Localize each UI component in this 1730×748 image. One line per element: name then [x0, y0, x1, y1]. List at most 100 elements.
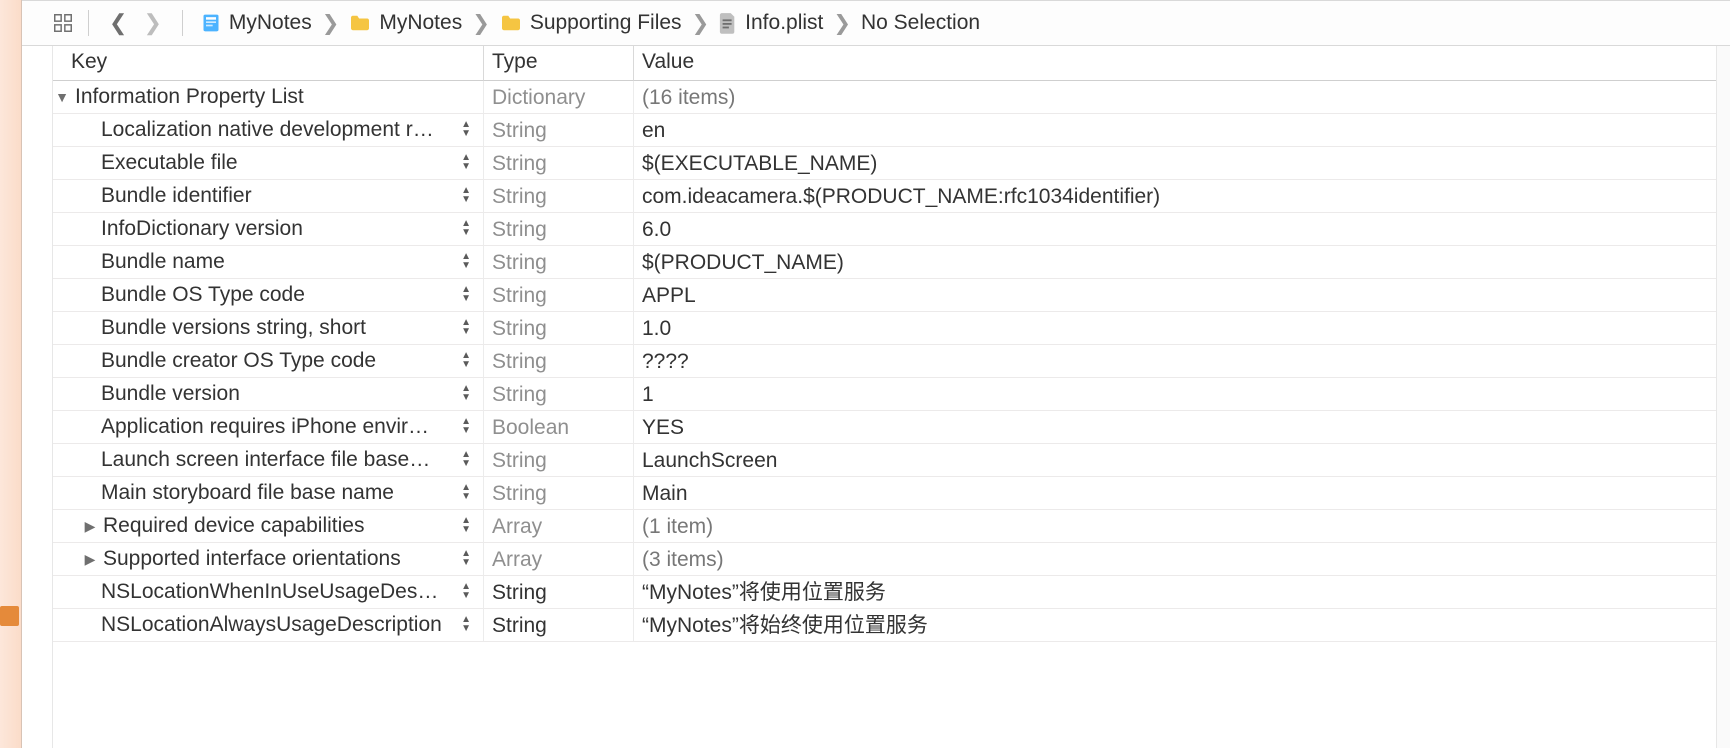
key-text: Supported interface orientations: [103, 545, 455, 573]
plist-key-cell[interactable]: NSLocationWhenInUseUsageDes… ▲▼: [53, 576, 483, 609]
breadcrumb-file[interactable]: Info.plist: [715, 9, 827, 37]
plist-key-cell[interactable]: ▶Required device capabilities ▲▼: [53, 510, 483, 543]
plist-key-cell[interactable]: Application requires iPhone envir… ▲▼: [53, 411, 483, 444]
plist-type-cell[interactable]: String: [483, 378, 633, 411]
key-stepper[interactable]: ▲▼: [461, 220, 475, 238]
key-stepper[interactable]: ▲▼: [461, 319, 475, 337]
plist-value-cell: (1 item): [633, 510, 1716, 543]
plist-type-cell[interactable]: String: [483, 444, 633, 477]
scrollbar-track[interactable]: [1716, 46, 1730, 748]
plist-key-cell[interactable]: NSLocationAlwaysUsageDescription ▲▼: [53, 609, 483, 642]
key-stepper[interactable]: ▲▼: [461, 286, 475, 304]
plist-type-cell[interactable]: String: [483, 147, 633, 180]
plist-type-cell[interactable]: Array: [483, 543, 633, 576]
key-stepper[interactable]: ▲▼: [461, 418, 475, 436]
key-text: NSLocationWhenInUseUsageDes…: [101, 578, 455, 606]
plist-value-cell[interactable]: ????: [633, 345, 1716, 378]
plist-value-cell[interactable]: $(PRODUCT_NAME): [633, 246, 1716, 279]
key-text: Application requires iPhone envir…: [101, 413, 455, 441]
breadcrumb-label: No Selection: [861, 11, 980, 35]
key-stepper[interactable]: ▲▼: [461, 121, 475, 139]
plist-type-cell[interactable]: String: [483, 114, 633, 147]
separator: [88, 10, 89, 36]
plist-key-cell[interactable]: InfoDictionary version▲▼: [53, 213, 483, 246]
plist-key-cell[interactable]: Bundle creator OS Type code▲▼: [53, 345, 483, 378]
plist-editor[interactable]: Key Type Value ▼ Information Property Li…: [52, 46, 1716, 748]
key-text: Bundle name: [101, 248, 455, 276]
plist-type-cell[interactable]: Boolean: [483, 411, 633, 444]
plist-key-cell[interactable]: Bundle identifier▲▼: [53, 180, 483, 213]
key-stepper[interactable]: ▲▼: [461, 583, 475, 601]
column-header-key[interactable]: Key: [53, 46, 483, 81]
plist-key-cell[interactable]: Localization native development r… ▲▼: [53, 114, 483, 147]
key-stepper[interactable]: ▲▼: [461, 550, 475, 568]
plist-value-cell: (3 items): [633, 543, 1716, 576]
plist-value-cell[interactable]: 6.0: [633, 213, 1716, 246]
plist-type-cell[interactable]: Array: [483, 510, 633, 543]
plist-value-cell[interactable]: Main: [633, 477, 1716, 510]
key-text: Required device capabilities: [103, 512, 455, 540]
plist-value-cell[interactable]: en: [633, 114, 1716, 147]
key-text: Executable file: [101, 149, 455, 177]
key-stepper[interactable]: ▲▼: [461, 451, 475, 469]
forward-button[interactable]: ❯: [137, 10, 167, 36]
plist-value-cell[interactable]: com.ideacamera.$(PRODUCT_NAME:rfc1034ide…: [633, 180, 1716, 213]
disclosure-triangle-icon[interactable]: ▶: [83, 545, 97, 573]
plist-key-cell[interactable]: Bundle versions string, short▲▼: [53, 312, 483, 345]
plist-root-key[interactable]: ▼ Information Property List: [53, 81, 483, 114]
plist-key-cell[interactable]: Bundle OS Type code▲▼: [53, 279, 483, 312]
plist-type-cell[interactable]: String: [483, 279, 633, 312]
disclosure-triangle-icon[interactable]: ▶: [83, 512, 97, 540]
plist-key-cell[interactable]: Main storyboard file base name▲▼: [53, 477, 483, 510]
disclosure-triangle-icon[interactable]: ▼: [55, 83, 69, 111]
plist-type-cell[interactable]: String: [483, 213, 633, 246]
key-text: NSLocationAlwaysUsageDescription: [101, 611, 455, 639]
related-items-icon[interactable]: [52, 12, 74, 34]
plist-type-cell[interactable]: String: [483, 312, 633, 345]
plist-type-cell[interactable]: String: [483, 246, 633, 279]
plist-value-cell[interactable]: LaunchScreen: [633, 444, 1716, 477]
key-stepper[interactable]: ▲▼: [461, 253, 475, 271]
chevron-right-icon: ❯: [470, 11, 492, 36]
breadcrumb-label: Info.plist: [745, 11, 823, 35]
key-text: Launch screen interface file base…: [101, 446, 455, 474]
plist-value-cell[interactable]: APPL: [633, 279, 1716, 312]
plist-key-cell[interactable]: Bundle name ▲▼: [53, 246, 483, 279]
breadcrumb-label: MyNotes: [379, 11, 462, 35]
back-button[interactable]: ❮: [103, 10, 133, 36]
plist-key-cell[interactable]: Launch screen interface file base… ▲▼: [53, 444, 483, 477]
key-stepper[interactable]: ▲▼: [461, 352, 475, 370]
plist-key-cell[interactable]: Executable file ▲▼: [53, 147, 483, 180]
column-header-value[interactable]: Value: [633, 46, 1716, 81]
plist-key-cell[interactable]: ▶Supported interface orientations ▲▼: [53, 543, 483, 576]
column-header-type[interactable]: Type: [483, 46, 633, 81]
key-stepper[interactable]: ▲▼: [461, 484, 475, 502]
plist-type-cell[interactable]: String: [483, 345, 633, 378]
plist-type-cell[interactable]: String: [483, 477, 633, 510]
plist-value-cell[interactable]: 1.0: [633, 312, 1716, 345]
breadcrumb-selection[interactable]: No Selection: [857, 9, 984, 37]
breadcrumb-group[interactable]: MyNotes: [345, 9, 466, 37]
plist-value-cell[interactable]: 1: [633, 378, 1716, 411]
key-stepper[interactable]: ▲▼: [461, 616, 475, 634]
xcode-project-icon: [201, 13, 221, 33]
key-text: Bundle version: [101, 380, 455, 408]
key-stepper[interactable]: ▲▼: [461, 154, 475, 172]
key-stepper[interactable]: ▲▼: [461, 517, 475, 535]
plist-type-cell[interactable]: String: [483, 180, 633, 213]
plist-key-cell[interactable]: Bundle version ▲▼: [53, 378, 483, 411]
plist-value-cell[interactable]: “MyNotes”将使用位置服务: [633, 576, 1716, 609]
key-text: Localization native development r…: [101, 116, 455, 144]
breadcrumb-subgroup[interactable]: Supporting Files: [496, 9, 686, 37]
plist-value-cell[interactable]: $(EXECUTABLE_NAME): [633, 147, 1716, 180]
breadcrumb-project[interactable]: MyNotes: [197, 9, 316, 37]
jump-bar: ❮ ❯ MyNotes ❯ MyNotes ❯ Supporting Files…: [22, 0, 1730, 46]
plist-type-cell[interactable]: String: [483, 576, 633, 609]
key-stepper[interactable]: ▲▼: [461, 385, 475, 403]
plist-value-cell[interactable]: “MyNotes”将始终使用位置服务: [633, 609, 1716, 642]
key-stepper[interactable]: ▲▼: [461, 187, 475, 205]
plist-value-cell[interactable]: YES: [633, 411, 1716, 444]
plist-root-type[interactable]: Dictionary: [483, 81, 633, 114]
plist-type-cell[interactable]: String: [483, 609, 633, 642]
editor-pane: ❮ ❯ MyNotes ❯ MyNotes ❯ Supporting Files…: [22, 0, 1730, 748]
